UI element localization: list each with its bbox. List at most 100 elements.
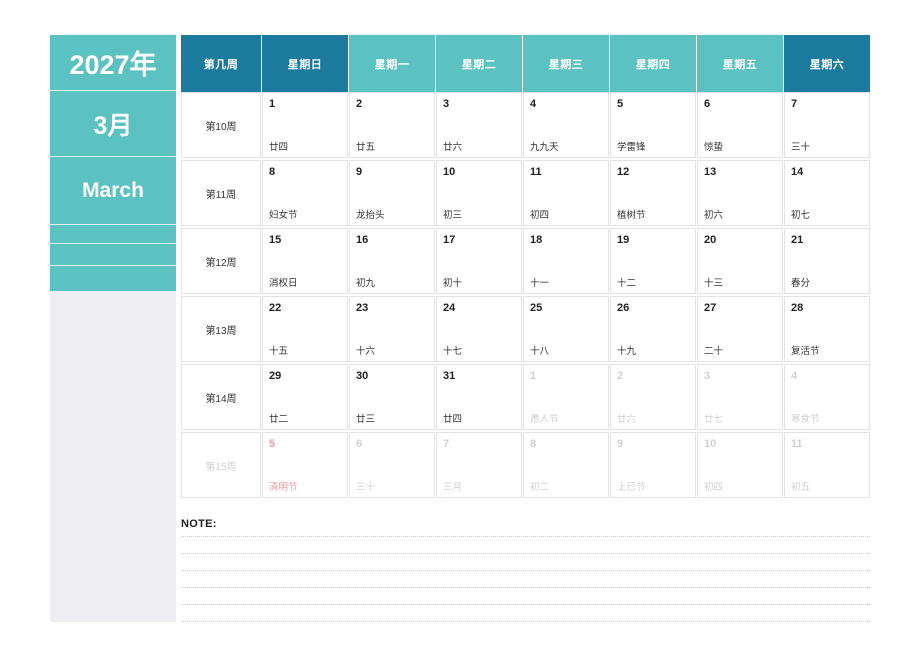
day-number: 11 bbox=[791, 438, 803, 450]
day-cell[interactable]: 9 龙抬头 bbox=[349, 160, 435, 226]
day-cell[interactable]: 5 清明节 bbox=[262, 432, 348, 498]
calendar-week-row: 第11周 8 妇女节 9 龙抬头 10 初三 11 初四 12 植树节 13 初六 14 初七 bbox=[181, 160, 870, 226]
header-day-monday: 星期一 bbox=[349, 35, 435, 92]
day-lunar-label: 初三 bbox=[443, 210, 463, 221]
sidebar: 2027年 3月 March bbox=[50, 35, 176, 622]
day-lunar-label: 十三 bbox=[704, 278, 724, 289]
day-cell[interactable]: 25 十八 bbox=[523, 296, 609, 362]
day-cell[interactable]: 11 初四 bbox=[523, 160, 609, 226]
sidebar-month-english-label: March bbox=[50, 157, 176, 225]
day-number: 15 bbox=[269, 234, 282, 246]
day-cell[interactable]: 8 妇女节 bbox=[262, 160, 348, 226]
day-number: 20 bbox=[704, 234, 717, 246]
day-number: 19 bbox=[617, 234, 630, 246]
day-cell[interactable]: 21 春分 bbox=[784, 228, 870, 294]
day-lunar-label: 廿六 bbox=[443, 142, 463, 153]
day-cell[interactable]: 19 十二 bbox=[610, 228, 696, 294]
day-cell[interactable]: 3 廿七 bbox=[697, 364, 783, 430]
day-cell[interactable]: 28 复活节 bbox=[784, 296, 870, 362]
day-cell[interactable]: 26 十九 bbox=[610, 296, 696, 362]
note-lines[interactable] bbox=[181, 536, 870, 623]
day-lunar-label: 十七 bbox=[443, 346, 463, 357]
day-number: 30 bbox=[356, 370, 369, 382]
day-cell[interactable]: 11 初五 bbox=[784, 432, 870, 498]
day-cell[interactable]: 2 廿六 bbox=[610, 364, 696, 430]
note-write-line[interactable] bbox=[181, 553, 870, 555]
day-cell[interactable]: 29 廿二 bbox=[262, 364, 348, 430]
day-cell[interactable]: 13 初六 bbox=[697, 160, 783, 226]
day-cell[interactable]: 17 初十 bbox=[436, 228, 522, 294]
day-cell[interactable]: 12 植树节 bbox=[610, 160, 696, 226]
day-cell[interactable]: 1 愚人节 bbox=[523, 364, 609, 430]
day-cell[interactable]: 23 十六 bbox=[349, 296, 435, 362]
day-cell[interactable]: 18 十一 bbox=[523, 228, 609, 294]
day-number: 5 bbox=[269, 438, 276, 450]
day-cell[interactable]: 6 三十 bbox=[349, 432, 435, 498]
day-number: 26 bbox=[617, 302, 630, 314]
day-number: 7 bbox=[443, 438, 450, 450]
calendar-week-row: 第13周 22 十五 23 十六 24 十七 25 十八 26 十九 27 二十 28 复活节 bbox=[181, 296, 870, 362]
day-cell[interactable]: 10 初四 bbox=[697, 432, 783, 498]
day-cell[interactable]: 2 廿五 bbox=[349, 92, 435, 158]
day-cell[interactable]: 1 廿四 bbox=[262, 92, 348, 158]
week-number-cell[interactable]: 第10周 bbox=[181, 92, 261, 158]
day-lunar-label: 寒食节 bbox=[791, 414, 820, 425]
day-lunar-label: 三十 bbox=[356, 482, 376, 493]
day-cell[interactable]: 8 初二 bbox=[523, 432, 609, 498]
day-lunar-label: 廿四 bbox=[269, 142, 289, 153]
day-cell[interactable]: 15 消权日 bbox=[262, 228, 348, 294]
day-cell[interactable]: 7 三月 bbox=[436, 432, 522, 498]
day-cell[interactable]: 20 十三 bbox=[697, 228, 783, 294]
calendar-header-row: 第几周 星期日 星期一 星期二 星期三 星期四 星期五 星期六 bbox=[181, 35, 870, 92]
day-lunar-label: 初七 bbox=[791, 210, 811, 221]
day-cell[interactable]: 22 十五 bbox=[262, 296, 348, 362]
day-cell[interactable]: 6 惊蛰 bbox=[697, 92, 783, 158]
day-cell[interactable]: 4 九九天 bbox=[523, 92, 609, 158]
note-write-line[interactable] bbox=[181, 604, 870, 606]
week-number-cell[interactable]: 第15周 bbox=[181, 432, 261, 498]
day-lunar-label: 初四 bbox=[530, 210, 550, 221]
day-cell[interactable]: 10 初三 bbox=[436, 160, 522, 226]
day-lunar-label: 二十 bbox=[704, 346, 724, 357]
day-number: 23 bbox=[356, 302, 369, 314]
day-lunar-label: 初六 bbox=[704, 210, 724, 221]
day-lunar-label: 十五 bbox=[269, 346, 289, 357]
day-number: 6 bbox=[356, 438, 363, 450]
day-lunar-label: 三十 bbox=[791, 142, 811, 153]
day-lunar-label: 清明节 bbox=[269, 482, 298, 493]
day-lunar-label: 消权日 bbox=[269, 278, 298, 289]
calendar-week-row: 第10周 1 廿四 2 廿五 3 廿六 4 九九天 5 学雷锋 6 惊蛰 7 三十 bbox=[181, 92, 870, 158]
day-cell[interactable]: 3 廿六 bbox=[436, 92, 522, 158]
day-cell[interactable]: 5 学雷锋 bbox=[610, 92, 696, 158]
header-day-thursday: 星期四 bbox=[610, 35, 696, 92]
note-write-line[interactable] bbox=[181, 570, 870, 572]
day-number: 28 bbox=[791, 302, 804, 314]
day-cell[interactable]: 16 初九 bbox=[349, 228, 435, 294]
day-cell[interactable]: 4 寒食节 bbox=[784, 364, 870, 430]
week-number-cell[interactable]: 第12周 bbox=[181, 228, 261, 294]
sidebar-year-label: 2027年 bbox=[50, 35, 176, 91]
day-number: 3 bbox=[704, 370, 711, 382]
day-number: 11 bbox=[530, 166, 542, 178]
day-cell[interactable]: 9 上巳节 bbox=[610, 432, 696, 498]
note-write-line[interactable] bbox=[181, 587, 870, 589]
week-number-cell[interactable]: 第11周 bbox=[181, 160, 261, 226]
day-lunar-label: 廿六 bbox=[617, 414, 637, 425]
day-number: 27 bbox=[704, 302, 717, 314]
day-cell[interactable]: 31 廿四 bbox=[436, 364, 522, 430]
day-cell[interactable]: 27 二十 bbox=[697, 296, 783, 362]
day-number: 10 bbox=[704, 438, 717, 450]
day-cell[interactable]: 24 十七 bbox=[436, 296, 522, 362]
day-lunar-label: 初四 bbox=[704, 482, 724, 493]
day-cell[interactable]: 30 廿三 bbox=[349, 364, 435, 430]
day-number: 18 bbox=[530, 234, 543, 246]
note-write-line[interactable] bbox=[181, 536, 870, 538]
day-cell[interactable]: 7 三十 bbox=[784, 92, 870, 158]
day-cell[interactable]: 14 初七 bbox=[784, 160, 870, 226]
week-number-cell[interactable]: 第13周 bbox=[181, 296, 261, 362]
day-lunar-label: 复活节 bbox=[791, 346, 820, 357]
note-write-line[interactable] bbox=[181, 621, 870, 623]
day-number: 7 bbox=[791, 98, 798, 110]
week-number-cell[interactable]: 第14周 bbox=[181, 364, 261, 430]
day-number: 21 bbox=[791, 234, 804, 246]
